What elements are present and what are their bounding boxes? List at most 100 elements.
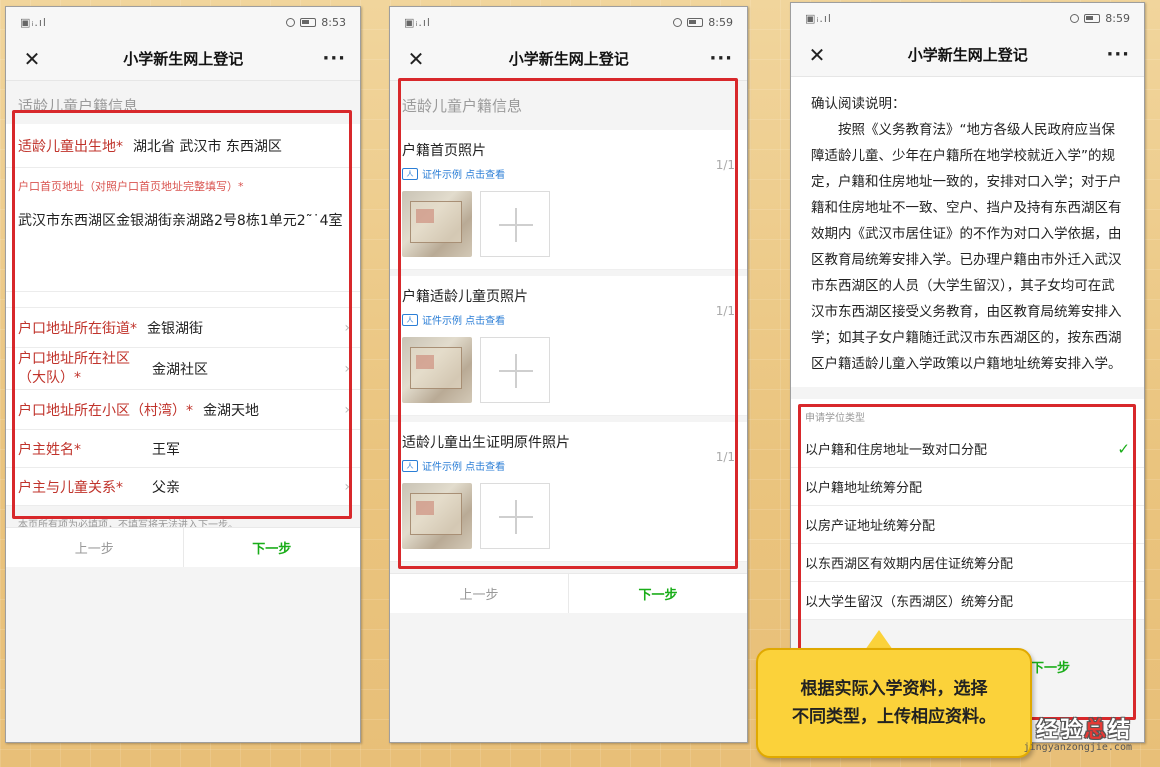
signal-icon: ▣ᵢ.ıl [20,15,47,29]
clock: 8:53 [321,15,346,29]
option-item[interactable]: 以大学生留汉（东西湖区）统筹分配 [791,582,1144,620]
clock: 8:59 [708,15,733,29]
page-title: 小学新生网上登记 [907,46,1028,64]
upload-count: 1/1 [715,158,735,172]
status-bar: ▣ᵢ.ıl 8:59 [791,3,1144,33]
add-photo-button[interactable] [480,337,550,403]
upload-count: 1/1 [715,450,735,464]
chevron-right-icon: › [344,360,350,377]
battery-icon [1084,13,1101,23]
page-title: 小学新生网上登记 [123,50,244,68]
field-label: 户口地址所在小区（村湾）* [18,402,193,419]
estate-field[interactable]: 户口地址所在小区（村湾）* 金湖天地 › [6,390,360,430]
phone-screen-upload-photos: ▣ᵢ.ıl 8:59 ✕ 小学新生网上登记 ··· 适龄儿童户籍信息 户籍首页照… [389,6,748,743]
callout-pointer [865,630,893,650]
field-value: 湖北省 武汉市 东西湖区 [133,138,282,155]
upload-title: 适龄儿童出生证明原件照片 [402,435,570,451]
prev-step-button[interactable]: 上一步 [6,528,184,567]
add-photo-button[interactable] [480,483,550,549]
notice-heading: 确认阅读说明： [811,96,906,112]
id-card-icon: 人 [402,459,418,472]
field-value: 金湖天地 [203,402,259,419]
clock: 8:59 [1105,11,1130,25]
field-label: 适龄儿童出生地* [18,138,123,155]
upload-content: 适龄儿童户籍信息 户籍首页照片 人证件示例 点击查看 1/1 户籍适龄儿童页照片… [390,81,747,742]
upload-title: 户籍适龄儿童页照片 [402,289,528,305]
status-bar: ▣ᵢ.ıl 8:53 [6,7,360,37]
callout-line: 根据实际入学资料，选择 [800,679,988,699]
next-step-button[interactable]: 下一步 [184,528,361,567]
field-value: 父亲 [152,479,180,496]
watermark-url: jingyanzongjie.com [1023,742,1132,753]
field-value: 金银湖街 [147,320,203,337]
notice-body: 按照《义务教育法》“地方各级人民政府应当保障适龄儿童、少年在户籍所在地学校就近入… [811,122,1122,372]
upload-count: 1/1 [715,304,735,318]
notice-text: 确认阅读说明： 按照《义务教育法》“地方各级人民政府应当保障适龄儿童、少年在户籍… [791,77,1144,387]
prev-step-button[interactable]: 上一步 [390,574,569,613]
address-hint: 户口首页地址（对照户口首页地址完整填写）* [6,168,360,204]
section-title: 适龄儿童户籍信息 [18,97,139,115]
battery-icon [300,17,317,27]
sample-link[interactable]: 人证件示例 点击查看 [402,458,735,473]
tip-callout: 根据实际入学资料，选择 不同类型，上传相应资料。 [756,648,1032,758]
sample-link[interactable]: 人证件示例 点击查看 [402,166,735,181]
field-label: 户口地址所在社区（大队）* [18,350,130,386]
battery-icon [687,17,704,27]
field-value: 金湖社区 [152,361,208,378]
bottom-nav: 上一步 下一步 [6,527,360,567]
close-icon[interactable]: ✕ [20,47,44,71]
chevron-right-icon: › [344,478,350,495]
owner-name-field[interactable]: 户主姓名* 王军 [6,430,360,468]
option-item[interactable]: 以户籍和住房地址一致对口分配 ✓ [791,430,1144,468]
check-icon: ✓ [1117,439,1130,458]
page-title: 小学新生网上登记 [508,50,629,68]
upload-household-first-page: 户籍首页照片 人证件示例 点击查看 1/1 [390,130,747,270]
nav-bar: ✕ 小学新生网上登记 ··· [6,37,360,81]
more-icon[interactable]: ··· [322,48,346,69]
bottom-nav: 上一步 下一步 [390,573,747,613]
community-field[interactable]: 户口地址所在社区（大队）* 金湖社区 › [6,348,360,390]
birthplace-field[interactable]: 适龄儿童出生地* 湖北省 武汉市 东西湖区 [6,124,360,168]
uploaded-photo-thumbnail[interactable] [402,337,472,403]
field-value: 王军 [152,441,180,458]
relation-field[interactable]: 户主与儿童关系* 父亲 › [6,468,360,506]
chevron-right-icon: › [344,319,350,336]
field-label: 户主姓名* [18,441,81,458]
uploaded-photo-thumbnail[interactable] [402,483,472,549]
field-label: 户口地址所在街道* [18,320,137,337]
section-title: 适龄儿童户籍信息 [402,97,523,115]
signal-icon: ▣ᵢ.ıl [805,11,832,25]
form-content: 适龄儿童户籍信息 适龄儿童出生地* 湖北省 武汉市 东西湖区 户口首页地址（对照… [6,81,360,742]
phone-screen-household-info: ▣ᵢ.ıl 8:53 ✕ 小学新生网上登记 ··· 适龄儿童户籍信息 适龄儿童出… [5,6,361,743]
notice-content: 确认阅读说明： 按照《义务教育法》“地方各级人民政府应当保障适龄儿童、少年在户籍… [791,77,1144,742]
option-item[interactable]: 以东西湖区有效期内居住证统筹分配 [791,544,1144,582]
field-label: 户主与儿童关系* [18,479,123,496]
alarm-icon [673,17,683,27]
option-item[interactable]: 以房产证地址统筹分配 [791,506,1144,544]
close-icon[interactable]: ✕ [404,47,428,71]
chevron-right-icon: › [344,401,350,418]
option-item[interactable]: 以户籍地址统筹分配 [791,468,1144,506]
id-card-icon: 人 [402,167,418,180]
callout-line: 不同类型，上传相应资料。 [792,707,996,727]
upload-birth-certificate: 适龄儿童出生证明原件照片 人证件示例 点击查看 1/1 [390,422,747,562]
status-bar: ▣ᵢ.ıl 8:59 [390,7,747,37]
sample-link[interactable]: 人证件示例 点击查看 [402,312,735,327]
next-step-button[interactable]: 下一步 [1031,657,1070,676]
next-step-button[interactable]: 下一步 [569,574,747,613]
nav-bar: ✕ 小学新生网上登记 ··· [390,37,747,81]
alarm-icon [1070,13,1080,23]
upload-title: 户籍首页照片 [402,143,486,159]
street-field[interactable]: 户口地址所在街道* 金银湖街 › [6,308,360,348]
more-icon[interactable]: ··· [709,48,733,69]
signal-icon: ▣ᵢ.ıl [404,15,431,29]
id-card-icon: 人 [402,313,418,326]
phone-screen-degree-type: ▣ᵢ.ıl 8:59 ✕ 小学新生网上登记 ··· 确认阅读说明： 按照《义务教… [790,2,1145,743]
uploaded-photo-thumbnail[interactable] [402,191,472,257]
close-icon[interactable]: ✕ [805,43,829,67]
address-textarea[interactable]: 武汉市东西湖区金银湖街亲湖路2号8栋1单元2˜˙4室 [6,204,360,292]
add-photo-button[interactable] [480,191,550,257]
alarm-icon [286,17,296,27]
nav-bar: ✕ 小学新生网上登记 ··· [791,33,1144,77]
more-icon[interactable]: ··· [1106,44,1130,65]
